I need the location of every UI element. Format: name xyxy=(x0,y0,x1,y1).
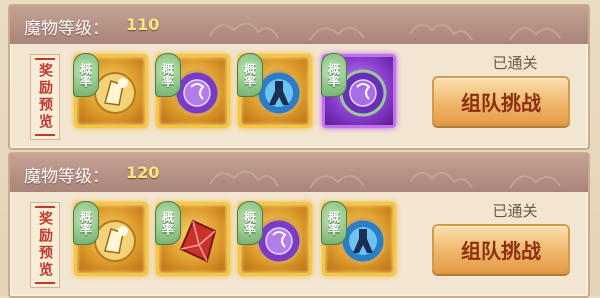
reward-item-3[interactable]: 概率 xyxy=(237,201,312,276)
team-challenge-button[interactable]: 组队挑战 xyxy=(432,76,570,126)
probability-badge: 概率 xyxy=(155,201,181,245)
reward-item-4[interactable]: 概率 xyxy=(321,201,396,276)
probability-badge: 概率 xyxy=(237,53,263,97)
dungeon-panel-110: 魔物等级： 110 奖励预览 概率 概率 概率 概率 已通关 组队挑战 xyxy=(8,4,590,150)
reward-item-4[interactable]: 概率 xyxy=(321,53,396,128)
dungeon-list: 魔物等级： 110 奖励预览 概率 概率 概率 概率 已通关 组队挑战 魔物等级… xyxy=(0,0,600,298)
cleared-status: 已通关 xyxy=(492,202,538,220)
monster-level-value: 120 xyxy=(126,163,160,182)
reward-item-1[interactable]: 概率 xyxy=(73,53,148,128)
probability-badge: 概率 xyxy=(321,201,347,245)
cleared-status: 已通关 xyxy=(492,54,538,72)
probability-badge: 概率 xyxy=(237,201,263,245)
probability-badge: 概率 xyxy=(73,201,99,245)
probability-badge: 概率 xyxy=(321,53,347,97)
reward-preview-tag: 奖励预览 xyxy=(30,54,60,140)
panel-header: 魔物等级： 120 xyxy=(10,154,588,192)
reward-item-1[interactable]: 概率 xyxy=(73,201,148,276)
monster-level-label: 魔物等级： xyxy=(24,19,109,39)
monster-level-value: 110 xyxy=(126,15,160,34)
probability-badge: 概率 xyxy=(155,53,181,97)
probability-badge: 概率 xyxy=(73,53,99,97)
reward-item-2[interactable]: 概率 xyxy=(155,201,230,276)
panel-header: 魔物等级： 110 xyxy=(10,6,588,44)
monster-level-label: 魔物等级： xyxy=(24,167,109,187)
team-challenge-button[interactable]: 组队挑战 xyxy=(432,224,570,274)
reward-item-3[interactable]: 概率 xyxy=(237,53,312,128)
dungeon-panel-120: 魔物等级： 120 奖励预览 概率 概率 概率 概率 已通关 组队挑战 xyxy=(8,152,590,298)
reward-preview-tag: 奖励预览 xyxy=(30,202,60,288)
reward-item-2[interactable]: 概率 xyxy=(155,53,230,128)
